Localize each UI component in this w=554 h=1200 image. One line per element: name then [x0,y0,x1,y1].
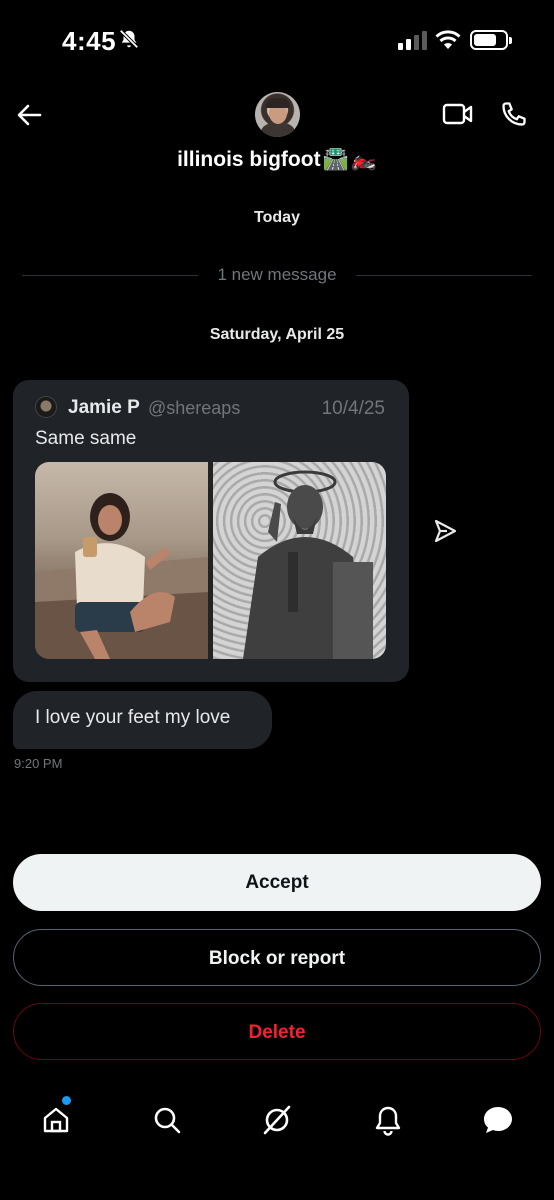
bottom-navigation [0,1080,554,1160]
quoted-post-text: Same same [35,428,137,449]
status-bar: 4:45 [0,0,554,80]
wifi-icon [435,30,461,49]
contact-avatar[interactable] [255,92,300,137]
cellular-signal-icon [398,30,427,50]
date-separator-saturday: Saturday, April 25 [209,326,345,343]
motorcycle-emoji: 🏍️ [350,148,377,172]
message-bubble[interactable]: I love your feet my love [13,691,272,749]
quoted-post-date: 10/4/25 [321,398,385,419]
contact-name-text: illinois bigfoot [177,148,321,171]
home-icon[interactable] [36,1100,76,1140]
accept-button[interactable]: Accept [13,854,541,911]
grok-icon[interactable] [257,1100,297,1140]
divider-line [356,275,532,276]
block-or-report-button[interactable]: Block or report [13,929,541,986]
quoted-author-name: Jamie P [68,397,140,418]
arrow-left-icon[interactable] [14,100,44,130]
bell-slash-icon [119,29,139,49]
bell-icon[interactable] [368,1100,408,1140]
new-message-divider: 1 new message [22,264,532,286]
quoted-post-card[interactable]: Jamie P @shereaps 10/4/25 Same same [13,380,409,682]
messages-icon[interactable] [478,1100,518,1140]
contact-name[interactable]: illinois bigfoot🛣️🏍️ [0,148,554,172]
road-emoji: 🛣️ [322,148,349,172]
message-timestamp: 9:20 PM [14,756,63,771]
quoted-author-handle: @shereaps [148,398,241,418]
phone-icon[interactable] [500,100,528,128]
delete-button[interactable]: Delete [13,1003,541,1060]
quoted-author-avatar [35,396,57,418]
share-arrow-icon[interactable] [432,518,458,544]
quoted-image-woman-with-coffee[interactable] [35,462,208,659]
notification-badge [62,1096,71,1105]
video-camera-icon[interactable] [442,102,474,126]
quoted-image-statue-of-saint[interactable] [213,462,386,659]
status-time: 4:45 [62,26,117,56]
search-icon[interactable] [147,1100,187,1140]
date-separator-today: Today [254,209,300,226]
battery-icon [470,30,512,50]
